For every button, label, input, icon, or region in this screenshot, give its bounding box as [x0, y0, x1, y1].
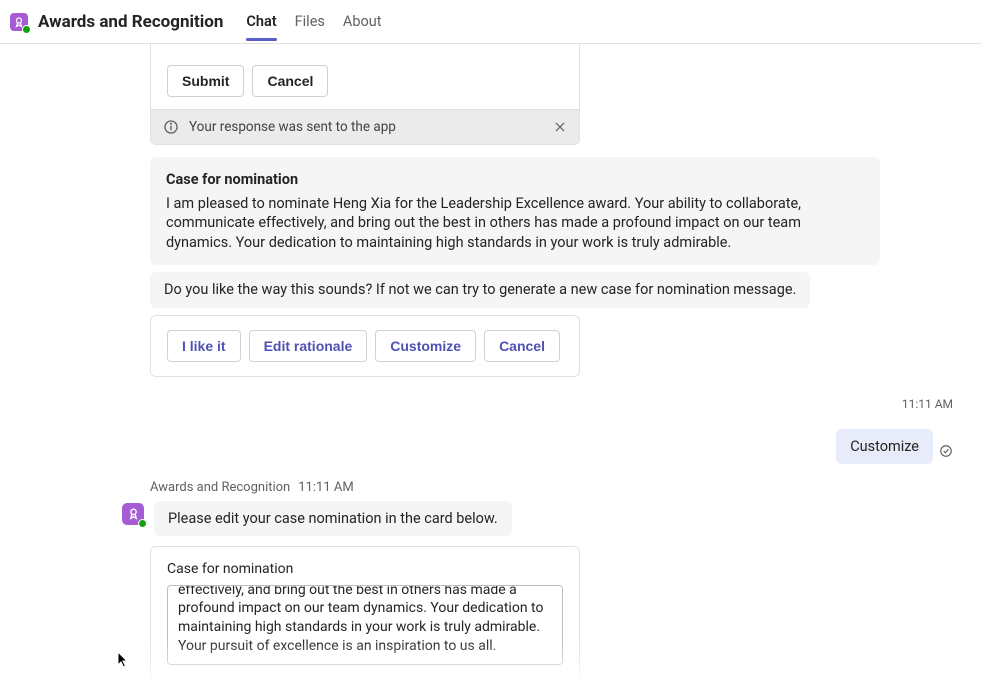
cancel-button[interactable]: Cancel [252, 65, 328, 97]
bot-name: Awards and Recognition [150, 480, 290, 495]
bot-timestamp: 11:11 AM [298, 480, 353, 495]
app-title: Awards and Recognition [38, 12, 223, 32]
nomination-heading: Case for nomination [166, 170, 864, 190]
edit-rationale-button[interactable]: Edit rationale [249, 330, 368, 362]
user-message-text: Customize [850, 438, 919, 455]
chat-area: Submit Cancel Your response was sent to … [0, 44, 981, 679]
response-sent-text: Your response was sent to the app [189, 119, 396, 135]
followup-text: Do you like the way this sounds? If not … [164, 281, 796, 298]
tab-about[interactable]: About [334, 3, 391, 40]
user-bubble: Customize [836, 429, 933, 464]
response-sent-bar: Your response was sent to the app [151, 109, 579, 144]
close-icon[interactable] [553, 120, 567, 134]
followup-bubble: Do you like the way this sounds? If not … [150, 272, 810, 308]
info-icon [163, 119, 179, 135]
presence-available-icon [138, 519, 147, 528]
action-card: I like it Edit rationale Customize Cance… [150, 315, 580, 377]
top-submit-card: Submit Cancel Your response was sent to … [150, 44, 580, 145]
app-avatar [10, 13, 28, 31]
edit-nomination-card: Case for nomination Submit Cancel Your r… [150, 546, 580, 679]
tab-chat[interactable]: Chat [237, 3, 285, 40]
nomination-textarea[interactable] [167, 585, 563, 665]
user-timestamp: 11:11 AM [12, 397, 969, 411]
action-cancel-button[interactable]: Cancel [484, 330, 560, 362]
like-button[interactable]: I like it [167, 330, 241, 362]
bot-avatar [122, 503, 144, 525]
submit-button[interactable]: Submit [167, 65, 244, 97]
edit-card-label: Case for nomination [167, 561, 563, 577]
read-receipt-icon [939, 439, 953, 464]
tab-files[interactable]: Files [286, 3, 334, 40]
bot-prompt-bubble: Please edit your case nomination in the … [154, 501, 512, 536]
nomination-bubble: Case for nomination I am pleased to nomi… [150, 157, 880, 265]
presence-available-icon [22, 25, 31, 34]
bot-header-line: Awards and Recognition 11:11 AM [150, 480, 969, 495]
bot-prompt-text: Please edit your case nomination in the … [168, 510, 498, 527]
nomination-body: I am pleased to nominate Heng Xia for th… [166, 194, 864, 253]
app-header: Awards and Recognition Chat Files About [0, 0, 981, 44]
customize-button[interactable]: Customize [375, 330, 476, 362]
